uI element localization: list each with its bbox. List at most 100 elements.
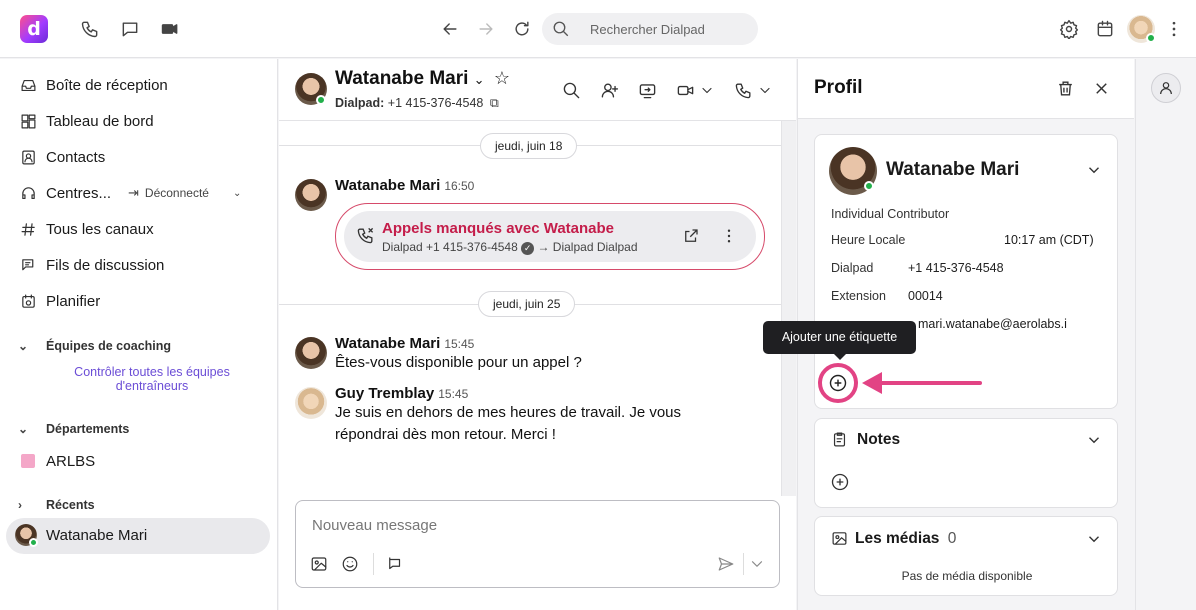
close-icon[interactable] (1092, 79, 1111, 98)
media-card: Les médias 0 Pas de média disponible (814, 516, 1118, 596)
sidebar-item-channels[interactable]: Tous les canaux (10, 212, 270, 246)
media-title: Les médias 0 (855, 530, 957, 547)
chevron-down-icon: ⌄ (18, 339, 29, 353)
message-author[interactable]: Guy Tremblay 15:45 (335, 385, 468, 402)
profile-title: Profil (814, 77, 863, 98)
divider (743, 553, 744, 575)
sidebar-item-contacts[interactable]: Contacts (10, 140, 270, 174)
logout-icon: ⇥ (128, 185, 139, 200)
notes-card: Notes (814, 418, 1118, 508)
chevron-down-icon: ⌄ (232, 187, 242, 199)
missed-call-card[interactable]: Appels manqués avec Watanabe Dialpad +1 … (335, 203, 765, 270)
search-icon[interactable] (559, 78, 583, 102)
sidebar-item-label: Tableau de bord (46, 112, 154, 130)
plus-circle-icon (829, 374, 847, 392)
verified-check-icon: ✓ (521, 242, 535, 255)
message-input[interactable] (312, 513, 752, 537)
sidebar-item-schedule[interactable]: Planifier (10, 284, 270, 318)
chevron-down-icon[interactable] (1085, 161, 1103, 179)
sidebar-item-dashboard[interactable]: Tableau de bord (10, 104, 270, 138)
message-composer (295, 500, 780, 588)
contacts-icon (10, 149, 46, 166)
chevron-down-icon[interactable] (748, 553, 766, 575)
profile-card: Watanabe Mari Individual Contributor Heu… (814, 134, 1118, 409)
media-empty-text: Pas de média disponible (901, 569, 1033, 583)
field-value[interactable]: +1 415-376-4548 (908, 261, 1004, 275)
clipboard-icon (833, 432, 846, 447)
back-arrow-icon[interactable] (438, 17, 462, 41)
search-box[interactable] (542, 13, 758, 45)
phone-icon[interactable] (78, 17, 102, 41)
section-coaching-header[interactable]: ⌄ Équipes de coaching (18, 336, 171, 356)
hash-icon (10, 221, 46, 238)
sidebar-item-threads[interactable]: Fils de discussion (10, 248, 270, 282)
calendar-clock-icon (10, 293, 46, 310)
phone-call-icon[interactable] (731, 78, 755, 102)
add-note-icon[interactable] (830, 472, 850, 492)
headset-icon (10, 185, 46, 202)
message-author[interactable]: Watanabe Mari 16:50 (335, 177, 474, 194)
sidebar-item-arlbs[interactable]: ARLBS (10, 444, 270, 478)
recent-item-label: Watanabe Mari (46, 527, 148, 544)
more-vertical-icon[interactable] (1162, 17, 1186, 41)
settings-gear-icon[interactable] (1057, 17, 1081, 41)
chevron-down-icon[interactable] (1085, 530, 1103, 548)
video-call-icon[interactable] (673, 78, 697, 102)
online-status-dot (864, 181, 874, 191)
screen-share-icon[interactable] (635, 78, 659, 102)
availability-label: Déconnecté (144, 186, 209, 200)
emoji-icon[interactable] (339, 553, 361, 575)
section-recents-header[interactable]: › Récents (18, 495, 95, 515)
coaching-teams-link[interactable]: Contrôler toutes les équipes d'entraîneu… (40, 365, 264, 393)
chevron-down-icon[interactable] (1085, 431, 1103, 449)
calendar-icon[interactable] (1093, 17, 1117, 41)
sidebar-item-label: Centres... (46, 184, 112, 202)
dashboard-icon (10, 113, 46, 130)
scrollbar[interactable] (781, 121, 796, 496)
avatar[interactable] (295, 387, 327, 419)
day-label: jeudi, juin 18 (480, 133, 578, 159)
inbox-icon (10, 77, 46, 94)
availability-status[interactable]: ⇥ Déconnecté ⌄ (128, 185, 241, 201)
email-value[interactable]: mari.watanabe@aerolabs.i (918, 317, 1108, 331)
sidebar-item-label: Fils de discussion (46, 256, 165, 274)
forward-arrow-icon[interactable] (474, 17, 498, 41)
search-input[interactable] (590, 13, 750, 45)
open-external-icon[interactable] (682, 227, 700, 245)
field-label: Heure Locale (831, 233, 906, 247)
thread-reply-icon[interactable] (384, 553, 406, 575)
sidebar-item-centres[interactable]: Centres... (10, 176, 120, 210)
day-label: jeudi, juin 25 (478, 291, 576, 317)
chevron-down-icon: ⌄ (18, 422, 29, 436)
copy-icon[interactable]: ⧉ (490, 96, 499, 110)
star-icon[interactable]: ☆ (494, 68, 510, 88)
chevron-down-icon[interactable] (699, 78, 715, 102)
department-color-swatch (10, 454, 46, 468)
send-icon[interactable] (715, 553, 737, 575)
add-tag-button[interactable] (818, 363, 858, 403)
more-vertical-icon[interactable] (720, 227, 738, 245)
field-label: Extension (831, 289, 886, 303)
contact-name[interactable]: Watanabe Mari ⌄ ☆ (335, 68, 510, 90)
add-person-icon[interactable] (597, 78, 621, 102)
sidebar-item-label: Planifier (46, 292, 101, 310)
dialpad-logo[interactable]: d (20, 15, 48, 43)
profile-toggle-button[interactable] (1151, 73, 1181, 103)
trash-icon[interactable] (1056, 79, 1075, 98)
sidebar-item-inbox[interactable]: Boîte de réception (10, 68, 270, 102)
sidebar-item-label: Contacts (46, 148, 106, 166)
media-count: 0 (947, 530, 957, 547)
avatar[interactable] (295, 179, 327, 211)
avatar[interactable] (295, 337, 327, 369)
section-departments-header[interactable]: ⌄ Départements (18, 419, 129, 439)
conversation-header: Watanabe Mari ⌄ ☆ Dialpad: +1 415-376-45… (279, 59, 796, 121)
chevron-down-icon[interactable] (757, 78, 773, 102)
video-icon[interactable] (158, 17, 182, 41)
message-icon[interactable] (118, 17, 142, 41)
divider (373, 553, 374, 575)
message-author[interactable]: Watanabe Mari 15:45 (335, 335, 474, 352)
image-icon[interactable] (308, 553, 330, 575)
field-value: 10:17 am (CDT) (1004, 233, 1094, 247)
reload-icon[interactable] (510, 17, 534, 41)
image-icon (832, 532, 847, 545)
